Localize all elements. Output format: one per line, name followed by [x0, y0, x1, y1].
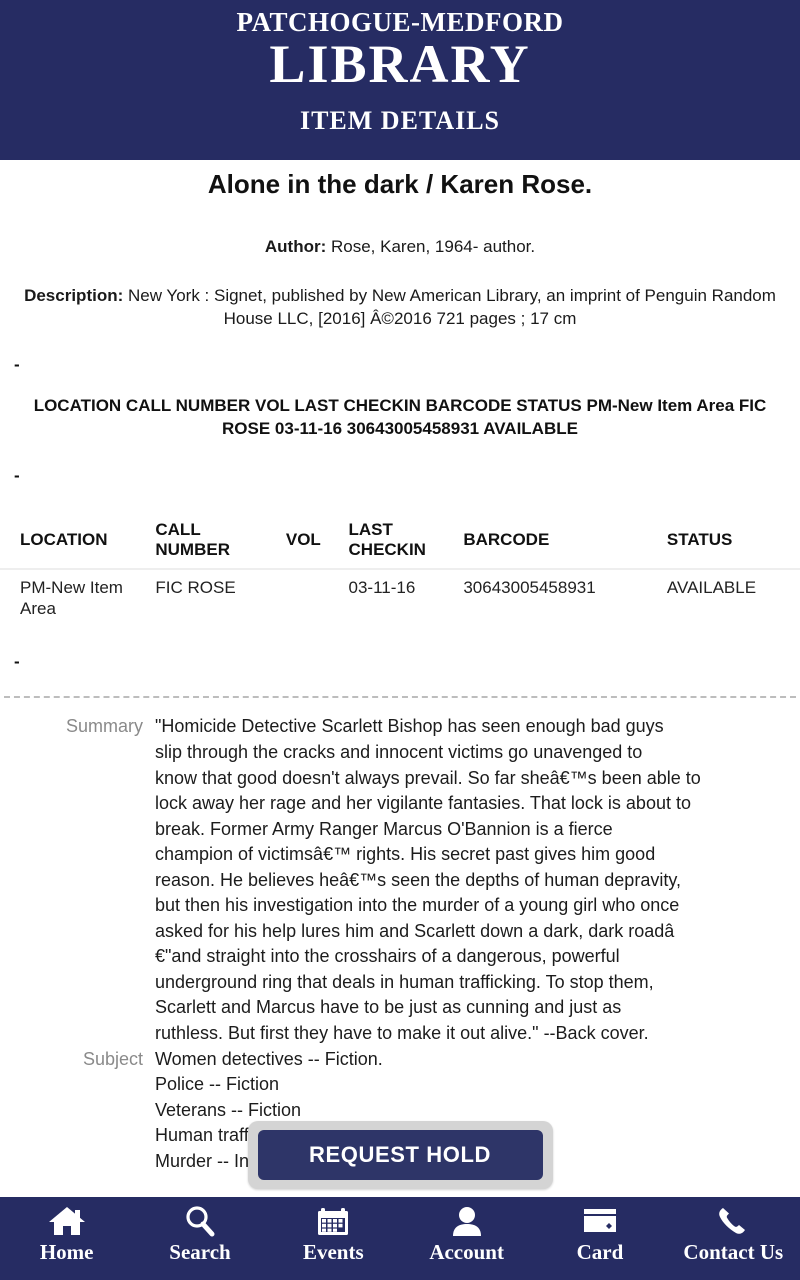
cell-call-number: FIC ROSE — [155, 577, 236, 597]
summary-line: Scarlett and Marcus have to be just as c… — [155, 997, 622, 1018]
summary-line: but then his investigation into the murd… — [155, 895, 680, 916]
summary-line: know that good doesn't always prevail. S… — [155, 767, 701, 788]
summary-value: "Homicide Detective Scarlett Bishop has … — [155, 714, 800, 1046]
column-header-call-number: CALL NUMBER — [151, 513, 282, 570]
nav-label-account: Account — [429, 1240, 504, 1264]
nav-item-contact-us[interactable]: Contact Us — [667, 1197, 800, 1265]
person-icon — [446, 1204, 488, 1238]
cell-last-checkin: 03-11-16 — [348, 577, 416, 597]
holdings-header-row: LOCATION CALL NUMBER VOL LAST CHECKIN BA… — [0, 513, 800, 570]
section-divider — [4, 696, 796, 699]
site-header: PATCHOGUE-MEDFORD LIBRARY ITEM DETAILS — [0, 0, 800, 160]
nav-item-events[interactable]: Events — [267, 1197, 400, 1265]
dash-marker-bottom: - — [14, 652, 20, 672]
dash-marker-middle: - — [14, 465, 20, 485]
library-name-top: PATCHOGUE-MEDFORD — [236, 7, 564, 37]
request-hold-bar: REQUEST HOLD — [0, 1112, 800, 1197]
summary-line: champion of victimsâ€™ rights. His secre… — [155, 844, 656, 865]
request-hold-frame: REQUEST HOLD — [247, 1120, 553, 1189]
description-label: Description: — [24, 286, 124, 306]
item-description: Description: New York : Signet, publishe… — [8, 285, 792, 331]
dash-marker-top: - — [14, 355, 20, 374]
library-wordmark: LIBRARY — [269, 33, 531, 94]
phone-icon — [712, 1204, 754, 1238]
cell-status: AVAILABLE — [666, 577, 757, 597]
cell-vol — [282, 569, 345, 624]
request-hold-button[interactable]: REQUEST HOLD — [257, 1129, 543, 1180]
item-author: Author: Rose, Karen, 1964- author. — [8, 236, 792, 259]
summary-line: slip through the cracks and innocent vic… — [155, 742, 643, 763]
holdings-table-wrapper: LOCATION CALL NUMBER VOL LAST CHECKIN BA… — [0, 513, 800, 624]
bottom-navigation: Home Search Events Account Card Contact … — [0, 1197, 800, 1280]
column-header-last-checkin: LAST CHECKIN — [344, 513, 460, 570]
calendar-icon — [312, 1204, 354, 1238]
nav-item-search[interactable]: Search — [133, 1197, 266, 1265]
summary-label: Summary — [65, 716, 143, 737]
cell-location: PM-New Item Area — [20, 577, 123, 619]
author-value: Rose, Karen, 1964- author. — [330, 237, 536, 257]
item-title: Alone in the dark / Karen Rose. — [207, 169, 593, 199]
summary-line: reason. He believes heâ€™s seen the dept… — [155, 869, 681, 890]
page-title: ITEM DETAILS — [299, 106, 501, 136]
column-header-barcode: BARCODE — [459, 513, 663, 570]
summary-line: underground ring that deals in human tra… — [155, 971, 654, 992]
nav-item-home[interactable]: Home — [0, 1197, 133, 1265]
subject-label: Subject — [82, 1048, 143, 1069]
holdings-table: LOCATION CALL NUMBER VOL LAST CHECKIN BA… — [0, 513, 800, 624]
summary-line: lock away her rage and her vigilante fan… — [155, 793, 691, 814]
summary-row: Summary "Homicide Detective Scarlett Bis… — [0, 714, 800, 1046]
nav-label-events: Events — [302, 1240, 364, 1264]
summary-line: break. Former Army Ranger Marcus O'Banni… — [155, 818, 613, 839]
cell-barcode: 30643005458931 — [463, 577, 596, 597]
description-value: New York : Signet, published by New Amer… — [128, 286, 776, 329]
item-details-screen: PATCHOGUE-MEDFORD LIBRARY ITEM DETAILS A… — [0, 0, 800, 1280]
column-header-location: LOCATION — [0, 513, 152, 570]
nav-label-card: Card — [576, 1240, 624, 1264]
nav-label-contact-us: Contact Us — [683, 1240, 784, 1264]
credit-card-icon — [579, 1204, 621, 1238]
author-label: Author: — [264, 237, 327, 257]
summary-line: asked for his help lures him and Scarlet… — [155, 920, 675, 941]
holdings-runon-text: LOCATION CALL NUMBER VOL LAST CHECKIN BA… — [33, 396, 767, 438]
column-header-vol: VOL — [281, 513, 345, 570]
nav-item-account[interactable]: Account — [400, 1197, 533, 1265]
column-header-status: STATUS — [662, 513, 800, 570]
nav-item-card[interactable]: Card — [533, 1197, 666, 1265]
summary-line: €"and straight into the crosshairs of a … — [155, 946, 620, 967]
bibliographic-details: Summary "Homicide Detective Scarlett Bis… — [0, 714, 800, 1174]
subject-line: Police -- Fiction — [155, 1074, 280, 1095]
summary-line: "Homicide Detective Scarlett Bishop has … — [155, 716, 664, 737]
nav-label-home: Home — [39, 1240, 94, 1264]
summary-line: ruthless. But first they have to make it… — [155, 1023, 649, 1044]
subject-line: Women detectives -- Fiction. — [155, 1048, 383, 1069]
nav-label-search: Search — [169, 1240, 231, 1264]
search-icon — [179, 1204, 221, 1238]
home-icon — [46, 1204, 88, 1238]
item-details-content[interactable]: Alone in the dark / Karen Rose. Author: … — [0, 160, 800, 1197]
table-row: PM-New Item Area FIC ROSE 03-11-16 30643… — [0, 569, 800, 624]
